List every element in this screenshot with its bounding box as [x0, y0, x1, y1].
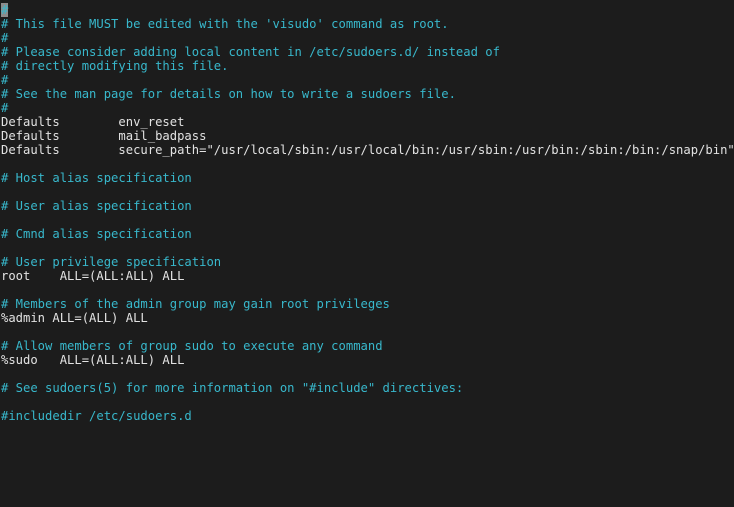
line-text — [1, 213, 8, 227]
line-text — [1, 185, 8, 199]
terminal-line — [1, 213, 734, 227]
terminal-window[interactable]: # # This file MUST be edited with the 'vi… — [0, 0, 734, 507]
terminal-line: # directly modifying this file. — [1, 59, 734, 73]
terminal-line: # User alias specification — [1, 199, 734, 213]
terminal-line: #includedir /etc/sudoers.d — [1, 409, 734, 423]
line-text — [1, 367, 8, 381]
terminal-line: # User privilege specification — [1, 255, 734, 269]
terminal-line — [1, 283, 734, 297]
line-text: root ALL=(ALL:ALL) ALL — [1, 269, 185, 283]
line-text: #includedir /etc/sudoers.d — [1, 409, 192, 423]
terminal-line — [1, 185, 734, 199]
terminal-line: # — [1, 31, 734, 45]
terminal-line — [1, 157, 734, 171]
terminal-line — [1, 395, 734, 409]
line-text — [1, 241, 8, 255]
line-text — [1, 325, 8, 339]
terminal-line: root ALL=(ALL:ALL) ALL — [1, 269, 734, 283]
terminal-line — [1, 325, 734, 339]
line-text: # This file MUST be edited with the 'vis… — [1, 17, 449, 31]
terminal-line: # Members of the admin group may gain ro… — [1, 297, 734, 311]
line-text: # directly modifying this file. — [1, 59, 229, 73]
line-text: # — [1, 31, 9, 45]
terminal-line: # Please consider adding local content i… — [1, 45, 734, 59]
line-text: # Please consider adding local content i… — [1, 45, 500, 59]
line-text: # Cmnd alias specification — [1, 227, 192, 241]
terminal-line: %admin ALL=(ALL) ALL — [1, 311, 734, 325]
line-text: Defaults env_reset — [1, 115, 185, 129]
terminal-line — [1, 367, 734, 381]
line-text: # User privilege specification — [1, 255, 222, 269]
line-text: # Allow members of group sudo to execute… — [1, 339, 383, 353]
terminal-line: # Host alias specification — [1, 171, 734, 185]
terminal-line: # — [1, 101, 734, 115]
line-text: Defaults secure_path="/usr/local/sbin:/u… — [1, 143, 734, 157]
line-text: # User alias specification — [1, 199, 192, 213]
line-text: # Host alias specification — [1, 171, 192, 185]
line-text — [1, 283, 8, 297]
terminal-line: # — [1, 3, 734, 17]
terminal-line: # — [1, 73, 734, 87]
terminal-line: Defaults mail_badpass — [1, 129, 734, 143]
line-text: # Members of the admin group may gain ro… — [1, 297, 390, 311]
line-text — [1, 395, 8, 409]
text-buffer[interactable]: # # This file MUST be edited with the 'vi… — [1, 3, 734, 507]
line-text: %admin ALL=(ALL) ALL — [1, 311, 148, 325]
terminal-line — [1, 241, 734, 255]
terminal-line: # This file MUST be edited with the 'vis… — [1, 17, 734, 31]
line-text: # See the man page for details on how to… — [1, 87, 456, 101]
line-text: # See sudoers(5) for more information on… — [1, 381, 464, 395]
terminal-line: # Allow members of group sudo to execute… — [1, 339, 734, 353]
line-text: Defaults mail_badpass — [1, 129, 207, 143]
line-text: # — [1, 101, 9, 115]
terminal-line: Defaults env_reset — [1, 115, 734, 129]
terminal-line: # See the man page for details on how to… — [1, 87, 734, 101]
line-text: # — [1, 73, 9, 87]
line-text — [1, 157, 8, 171]
text-cursor: # — [1, 3, 9, 17]
terminal-line: %sudo ALL=(ALL:ALL) ALL — [1, 353, 734, 367]
terminal-line: Defaults secure_path="/usr/local/sbin:/u… — [1, 143, 734, 157]
terminal-line: # See sudoers(5) for more information on… — [1, 381, 734, 395]
line-text: %sudo ALL=(ALL:ALL) ALL — [1, 353, 185, 367]
terminal-line: # Cmnd alias specification — [1, 227, 734, 241]
